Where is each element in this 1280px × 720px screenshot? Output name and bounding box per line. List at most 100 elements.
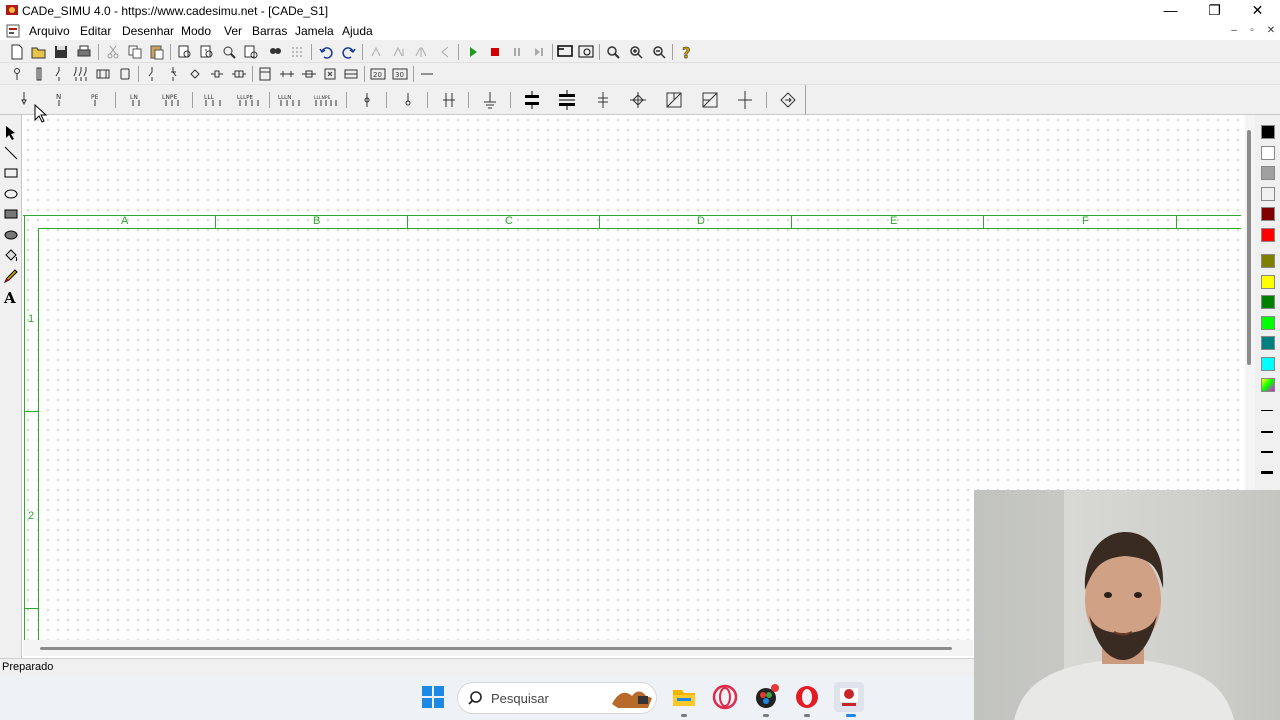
new-file-icon[interactable] — [8, 43, 26, 61]
window-zoom-icon[interactable] — [577, 43, 595, 61]
tab-icon[interactable] — [321, 65, 339, 83]
diamond-icon[interactable] — [186, 65, 204, 83]
color-swatch-light-gray[interactable] — [1261, 187, 1275, 201]
color-swatch-teal[interactable] — [1261, 336, 1275, 350]
print-icon[interactable] — [75, 43, 93, 61]
ground-icon[interactable] — [478, 88, 502, 112]
rotate-icon[interactable] — [368, 43, 386, 61]
mirror-icon[interactable] — [390, 43, 408, 61]
zoom-in-icon[interactable] — [604, 43, 622, 61]
close-button[interactable]: ✕ — [1235, 0, 1280, 21]
terminal-circle-icon[interactable] — [396, 88, 420, 112]
arrow-left-icon[interactable] — [436, 43, 454, 61]
breaker-icon[interactable] — [50, 65, 68, 83]
menu-desenhar[interactable]: Desenhar — [122, 24, 174, 38]
junction-icon[interactable] — [591, 88, 615, 112]
timer-icon[interactable] — [256, 65, 274, 83]
redo-icon[interactable] — [340, 43, 358, 61]
play-icon[interactable] — [464, 43, 482, 61]
color-swatch-gray[interactable] — [1261, 166, 1275, 180]
copy-icon[interactable] — [126, 43, 144, 61]
grid-icon[interactable] — [289, 43, 307, 61]
terminal-pe-icon[interactable]: PE — [83, 88, 107, 112]
menu-ver[interactable]: Ver — [224, 24, 242, 38]
box-30-icon[interactable]: 30 — [391, 65, 409, 83]
flip-icon[interactable] — [412, 43, 430, 61]
line-width-1[interactable] — [1261, 410, 1273, 411]
filled-rectangle-icon[interactable] — [2, 205, 20, 223]
color-swatch-white[interactable] — [1261, 146, 1275, 160]
cross-connector-icon[interactable] — [626, 88, 650, 112]
minimize-button[interactable]: — — [1148, 0, 1193, 21]
triple-breaker-icon[interactable] — [72, 65, 90, 83]
fill-bucket-icon[interactable] — [2, 247, 20, 265]
save-icon[interactable] — [52, 43, 70, 61]
text-tool-icon[interactable]: A — [2, 288, 20, 306]
contact-no-icon[interactable] — [143, 65, 161, 83]
terminal-multi-icon[interactable] — [437, 88, 461, 112]
box-20-icon[interactable]: 20 — [369, 65, 387, 83]
vertical-scroll-thumb[interactable] — [1247, 130, 1251, 365]
angle-box-icon[interactable] — [698, 88, 722, 112]
menu-modo[interactable]: Modo — [181, 24, 211, 38]
menu-barras[interactable]: Barras — [252, 24, 287, 38]
color-pencil-icon[interactable] — [2, 267, 20, 285]
zoom-window-icon[interactable] — [198, 43, 216, 61]
mdi-close-button[interactable]: ✕ — [1263, 23, 1279, 39]
line-width-4[interactable] — [1261, 471, 1273, 474]
open-folder-icon[interactable] — [30, 43, 48, 61]
color-swatch-red[interactable] — [1261, 228, 1275, 242]
cut-icon[interactable] — [104, 43, 122, 61]
zoom-page-icon[interactable] — [220, 43, 238, 61]
zoom-print-icon[interactable] — [242, 43, 260, 61]
select-arrow-icon[interactable] — [2, 123, 20, 141]
file-explorer-icon[interactable] — [669, 682, 699, 712]
coil-double-icon[interactable] — [230, 65, 248, 83]
terminal-3ln-icon[interactable]: LLLN — [278, 88, 302, 112]
bus-double-icon[interactable] — [520, 88, 544, 112]
menu-editar[interactable]: Editar — [80, 24, 111, 38]
terminal-lnpe-icon[interactable]: LNPE — [160, 88, 184, 112]
pin-icon[interactable] — [8, 65, 26, 83]
crossing-icon[interactable] — [733, 88, 757, 112]
terminal-icon[interactable] — [278, 65, 296, 83]
ellipse-icon[interactable] — [2, 185, 20, 203]
step-icon[interactable] — [530, 43, 548, 61]
opera-icon[interactable] — [792, 682, 822, 712]
menu-ajuda[interactable]: Ajuda — [342, 24, 373, 38]
terminal-3lpe-icon[interactable]: LLLPE — [237, 88, 261, 112]
line-icon[interactable] — [418, 65, 436, 83]
cadesimu-taskbar-icon[interactable] — [834, 682, 864, 712]
horizontal-scroll-thumb[interactable] — [40, 647, 952, 650]
bus-icon[interactable] — [342, 65, 360, 83]
color-swatch-lime[interactable] — [1261, 316, 1275, 330]
mdi-minimize-button[interactable]: – — [1226, 23, 1242, 39]
undo-icon[interactable] — [317, 43, 335, 61]
rectangle-icon[interactable] — [2, 164, 20, 182]
opera-gx-icon[interactable] — [710, 682, 740, 712]
battery-icon[interactable] — [116, 65, 134, 83]
zoom-out-icon[interactable] — [650, 43, 668, 61]
color-swatch-yellow[interactable] — [1261, 275, 1275, 289]
paste-icon[interactable] — [148, 43, 166, 61]
color-swatch-maroon[interactable] — [1261, 207, 1275, 221]
zoom-fit-icon[interactable] — [627, 43, 645, 61]
document-icon[interactable] — [6, 24, 20, 38]
color-swatch-green[interactable] — [1261, 295, 1275, 309]
color-swatch-custom[interactable] — [1261, 378, 1275, 392]
terminal-ln-icon[interactable]: LN — [124, 88, 148, 112]
taskbar-search-box[interactable]: Pesquisar — [457, 682, 657, 714]
windows-start-icon[interactable] — [418, 682, 448, 712]
line-width-3[interactable] — [1261, 451, 1273, 453]
print-preview-icon[interactable] — [176, 43, 194, 61]
angle-icon[interactable] — [662, 88, 686, 112]
terminal-3lnpe-icon[interactable]: LLLNPE — [314, 88, 338, 112]
find-icon[interactable] — [266, 43, 284, 61]
terminal-n-icon[interactable]: N — [47, 88, 71, 112]
terminal-1p-icon[interactable] — [12, 88, 36, 112]
color-swatch-olive[interactable] — [1261, 254, 1275, 268]
stop-icon[interactable] — [486, 43, 504, 61]
coil-icon[interactable] — [208, 65, 226, 83]
terminal-down-icon[interactable] — [355, 88, 379, 112]
pause-icon[interactable] — [508, 43, 526, 61]
